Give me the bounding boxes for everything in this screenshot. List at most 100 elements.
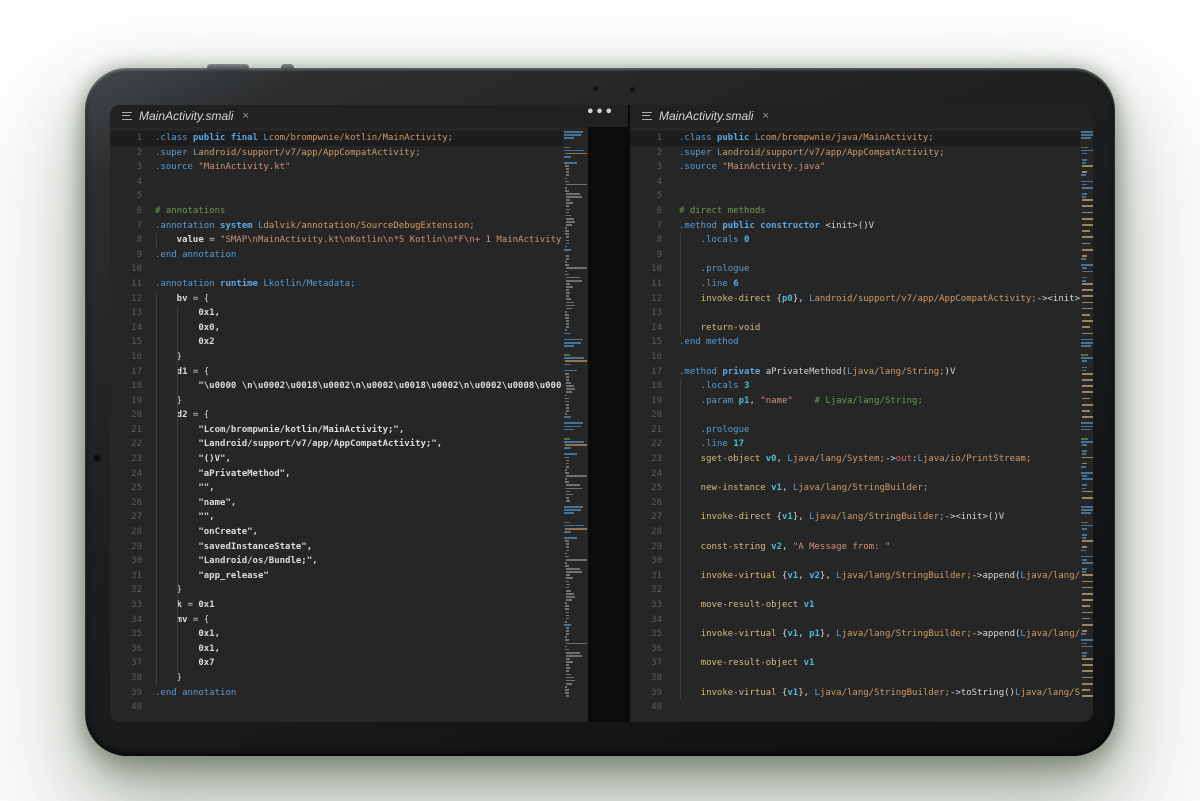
code-line: value = "SMAP\nMainActivity.kt\nKotlin\n… — [155, 233, 563, 248]
code-line: .locals 0 — [679, 233, 1080, 248]
line-number: 13 — [110, 306, 142, 321]
microphone-hole-icon — [593, 86, 598, 91]
code-line — [679, 525, 1080, 540]
tab-title: MainActivity.smali — [659, 109, 753, 123]
power-button — [281, 64, 294, 71]
line-number: 35 — [630, 627, 662, 642]
code-line: .end annotation — [155, 686, 563, 701]
line-number: 23 — [630, 452, 662, 467]
code-line: invoke-virtual {v1, p1}, Ljava/lang/Stri… — [679, 627, 1080, 642]
tab-mainactivity-smali[interactable]: MainActivity.smali × — [118, 105, 253, 127]
code-content: .class public Lcom/brompwnie/java/MainAc… — [679, 131, 1080, 715]
code-line — [679, 554, 1080, 569]
line-number: 39 — [630, 686, 662, 701]
code-line: .class public Lcom/brompwnie/java/MainAc… — [679, 131, 1080, 146]
code-line: .prologue — [679, 262, 1080, 277]
code-line — [679, 613, 1080, 628]
line-number: 31 — [110, 569, 142, 584]
line-number: 22 — [630, 437, 662, 452]
tab-close-icon[interactable]: × — [242, 110, 248, 122]
code-line: .method public constructor <init>()V — [679, 219, 1080, 234]
editor-pane-right: MainActivity.smali × 1234567891011121314… — [630, 105, 1093, 722]
tab-mainactivity-smali[interactable]: MainActivity.smali × — [638, 105, 773, 127]
code-line: "Lcom/brompwnie/kotlin/MainActivity;", — [155, 423, 563, 438]
code-line: .param p1, "name" # Ljava/lang/String; — [679, 394, 1080, 409]
code-line — [679, 671, 1080, 686]
code-line: invoke-virtual {v1, v2}, Ljava/lang/Stri… — [679, 569, 1080, 584]
line-number: 1 — [630, 131, 662, 146]
code-line: .end method — [679, 335, 1080, 350]
line-number: 7 — [110, 219, 142, 234]
line-number: 15 — [630, 335, 662, 350]
code-editor[interactable]: 1234567891011121314151617181920212223242… — [630, 127, 1093, 722]
code-line: } — [155, 583, 563, 598]
line-number: 23 — [110, 452, 142, 467]
line-number: 10 — [630, 262, 662, 277]
code-line: .annotation runtime Lkotlin/Metadata; — [155, 277, 563, 292]
line-number: 40 — [630, 700, 662, 715]
line-number: 21 — [630, 423, 662, 438]
code-line: 0x1, — [155, 627, 563, 642]
code-line: move-result-object v1 — [679, 598, 1080, 613]
line-number: 38 — [110, 671, 142, 686]
code-line: .prologue — [679, 423, 1080, 438]
line-number: 36 — [630, 642, 662, 657]
code-line: 0x0, — [155, 321, 563, 336]
page-background: MainActivity.smali × ••• 123456789101112… — [0, 0, 1200, 801]
code-line: 0x2 — [155, 335, 563, 350]
minimap[interactable] — [1080, 131, 1093, 706]
code-line: "Landroid/support/v7/app/AppCompatActivi… — [155, 437, 563, 452]
tab-close-icon[interactable]: × — [762, 110, 768, 122]
code-line: .source "MainActivity.java" — [679, 160, 1080, 175]
code-line: .locals 3 — [679, 379, 1080, 394]
line-number: 14 — [630, 321, 662, 336]
code-line — [679, 408, 1080, 423]
line-number: 24 — [110, 467, 142, 482]
line-number: 15 — [110, 335, 142, 350]
more-actions-button[interactable]: ••• — [586, 105, 614, 127]
code-line: "savedInstanceState", — [155, 540, 563, 555]
file-list-icon — [122, 112, 132, 121]
line-number: 3 — [110, 160, 142, 175]
line-number: 12 — [110, 292, 142, 307]
line-number: 11 — [110, 277, 142, 292]
line-number: 32 — [630, 583, 662, 598]
code-line: "aPrivateMethod", — [155, 467, 563, 482]
device-screen: MainActivity.smali × ••• 123456789101112… — [110, 105, 1093, 722]
indent-guide — [680, 379, 681, 700]
code-line: invoke-direct {v1}, Ljava/lang/StringBui… — [679, 510, 1080, 525]
code-line: mv = { — [155, 613, 563, 628]
line-number: 11 — [630, 277, 662, 292]
code-line: invoke-direct {p0}, Landroid/support/v7/… — [679, 292, 1080, 307]
code-line: "()V", — [155, 452, 563, 467]
minimap[interactable] — [563, 131, 587, 706]
line-number: 5 — [110, 189, 142, 204]
line-number: 27 — [630, 510, 662, 525]
line-number: 30 — [110, 554, 142, 569]
code-line: "\u0000 \n\u0002\u0018\u0002\n\u0002\u00… — [155, 379, 563, 394]
scrollbar-track[interactable] — [588, 127, 628, 722]
code-line: invoke-virtual {v1}, Ljava/lang/StringBu… — [679, 686, 1080, 701]
code-line: d2 = { — [155, 408, 563, 423]
code-editor[interactable]: 1234567891011121314151617181920212223242… — [110, 127, 628, 722]
line-number: 12 — [630, 292, 662, 307]
line-number: 19 — [110, 394, 142, 409]
line-number: 20 — [110, 408, 142, 423]
line-number: 38 — [630, 671, 662, 686]
code-line: } — [155, 671, 563, 686]
line-number: 5 — [630, 189, 662, 204]
tab-bar: MainActivity.smali × — [630, 105, 1093, 127]
code-line: # annotations — [155, 204, 563, 219]
line-number: 2 — [110, 146, 142, 161]
line-number: 6 — [110, 204, 142, 219]
code-line: # direct methods — [679, 204, 1080, 219]
indent-guide — [156, 292, 157, 686]
file-list-icon — [642, 112, 652, 121]
code-line: 0x7 — [155, 656, 563, 671]
line-number: 29 — [110, 540, 142, 555]
code-line: k = 0x1 — [155, 598, 563, 613]
code-line: .class public final Lcom/brompwnie/kotli… — [155, 131, 563, 146]
indent-guide — [177, 306, 178, 671]
line-number: 33 — [630, 598, 662, 613]
line-number-gutter: 1234567891011121314151617181920212223242… — [630, 131, 662, 715]
